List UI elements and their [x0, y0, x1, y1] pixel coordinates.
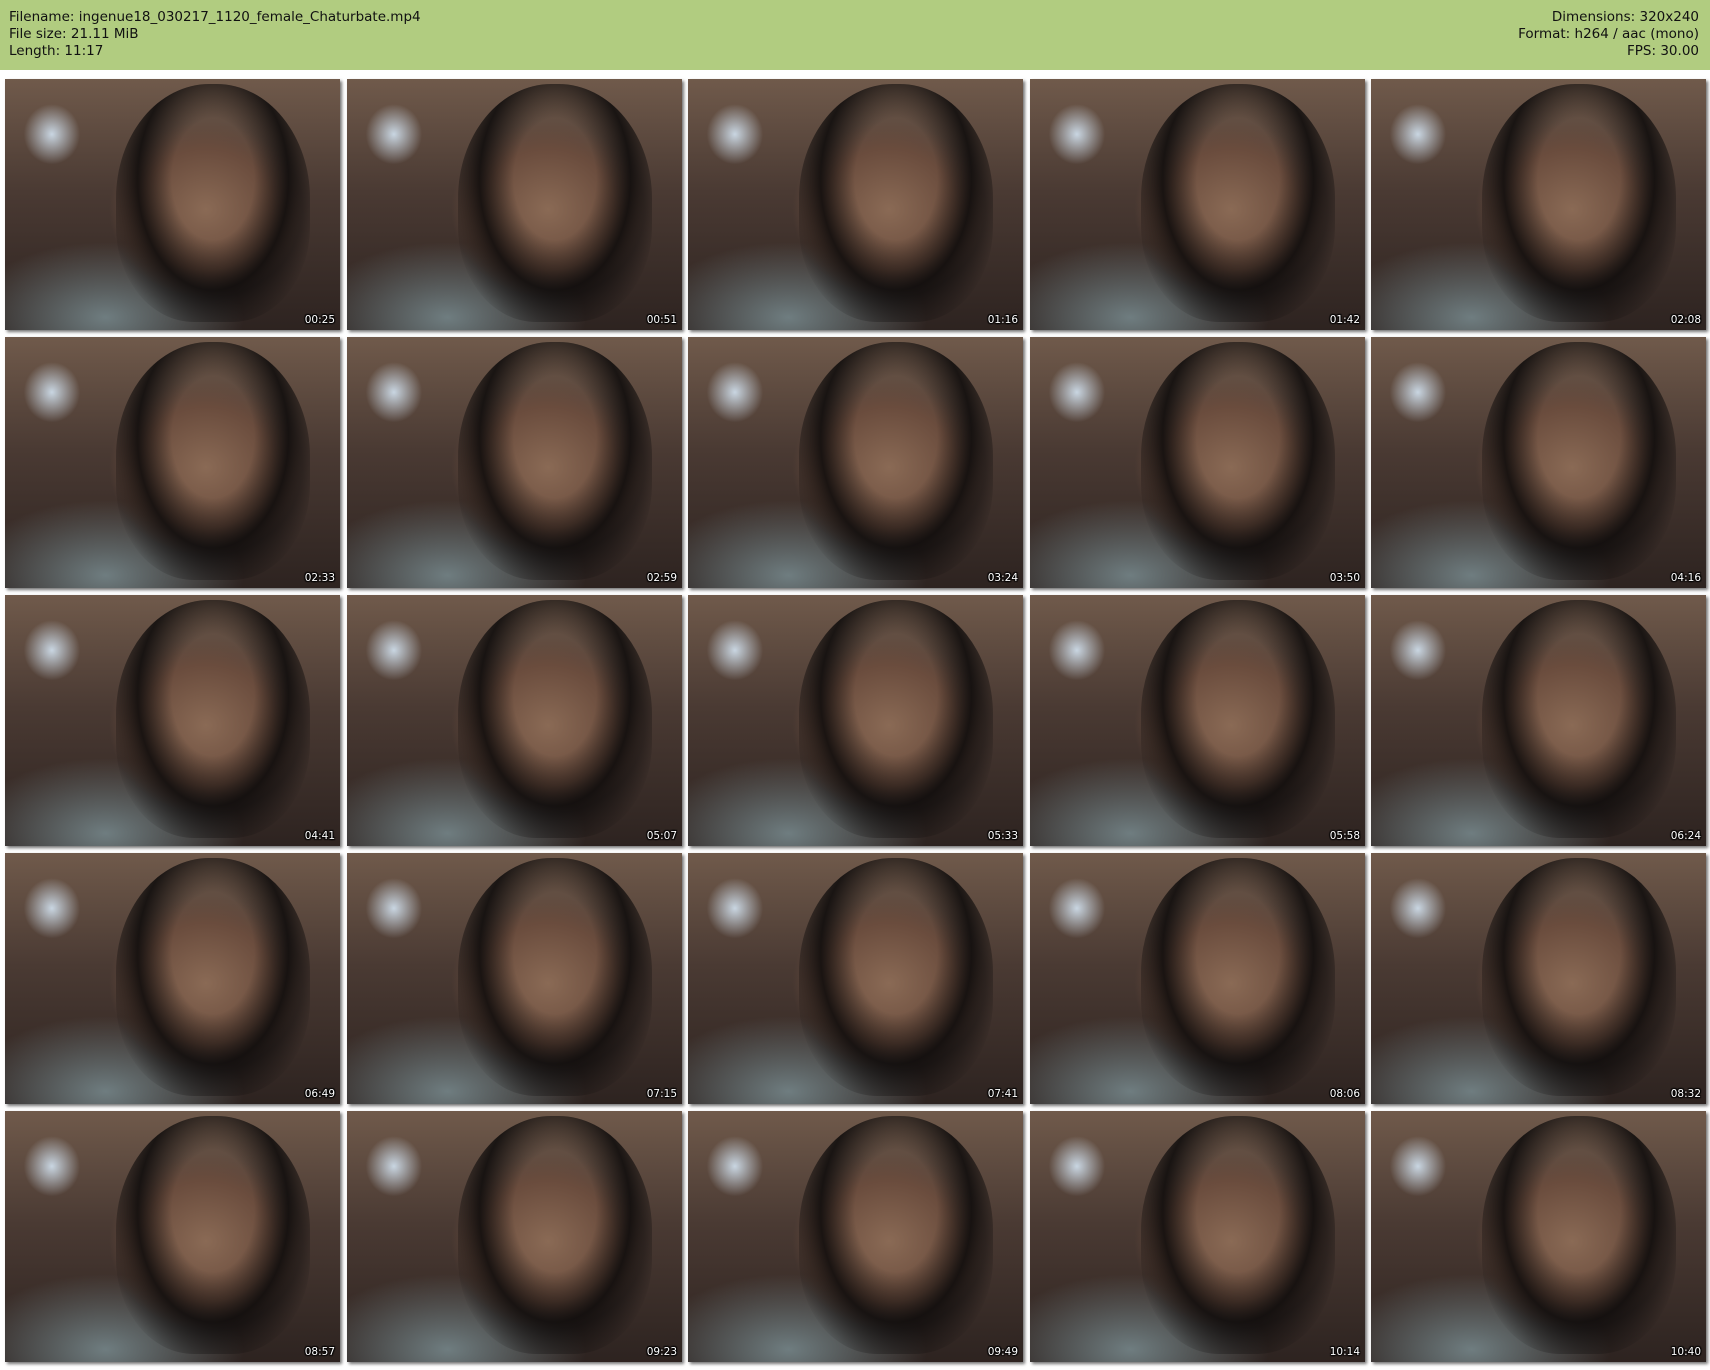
frame-image [115, 342, 310, 581]
video-thumbnail: 00:25 [5, 79, 340, 330]
frame-image [457, 858, 652, 1097]
thumbnail-timestamp: 04:41 [304, 830, 335, 842]
frame-image [115, 858, 310, 1097]
thumbnail-timestamp: 07:41 [987, 1088, 1018, 1100]
thumbnail-timestamp: 10:14 [1329, 1346, 1360, 1358]
frame-image [115, 84, 310, 323]
frame-image [1481, 1116, 1676, 1355]
frame-image [457, 1116, 652, 1355]
thumbnail-timestamp: 01:16 [987, 314, 1018, 326]
video-thumbnail: 06:24 [1371, 595, 1706, 846]
thumbnail-timestamp: 05:07 [646, 830, 677, 842]
video-thumbnail: 02:33 [5, 337, 340, 588]
thumbnail-timestamp: 02:08 [1670, 314, 1701, 326]
frame-image [798, 342, 993, 581]
video-thumbnail: 08:57 [5, 1111, 340, 1362]
video-thumbnail: 08:32 [1371, 853, 1706, 1104]
video-thumbnail: 00:51 [347, 79, 682, 330]
video-thumbnail: 10:40 [1371, 1111, 1706, 1362]
thumbnail-timestamp: 06:24 [1670, 830, 1701, 842]
video-thumbnail: 02:08 [1371, 79, 1706, 330]
thumbnail-timestamp: 04:16 [1670, 572, 1701, 584]
frame-image [798, 600, 993, 839]
thumbnail-timestamp: 03:24 [987, 572, 1018, 584]
video-thumbnail: 10:14 [1030, 1111, 1365, 1362]
video-thumbnail: 03:50 [1030, 337, 1365, 588]
frame-image [1140, 342, 1335, 581]
video-thumbnail: 05:07 [347, 595, 682, 846]
thumbnail-timestamp: 02:59 [646, 572, 677, 584]
thumbnail-timestamp: 00:51 [646, 314, 677, 326]
frame-image [115, 1116, 310, 1355]
thumbnail-timestamp: 10:40 [1670, 1346, 1701, 1358]
thumbnail-timestamp: 01:42 [1329, 314, 1360, 326]
frame-image [1481, 858, 1676, 1097]
thumbnail-timestamp: 07:15 [646, 1088, 677, 1100]
frame-image [457, 342, 652, 581]
thumbnail-timestamp: 09:49 [987, 1346, 1018, 1358]
thumbnail-timestamp: 08:32 [1670, 1088, 1701, 1100]
thumbnail-timestamp: 05:58 [1329, 830, 1360, 842]
thumbnail-grid: 00:25 00:51 01:16 01:42 02:08 02:33 02:59 03:24… [0, 0, 1710, 1370]
thumbnail-timestamp: 06:49 [304, 1088, 335, 1100]
frame-image [1481, 84, 1676, 323]
video-thumbnail: 01:42 [1030, 79, 1365, 330]
video-thumbnail: 09:23 [347, 1111, 682, 1362]
thumbnail-timestamp: 02:33 [304, 572, 335, 584]
video-thumbnail: 03:24 [688, 337, 1023, 588]
frame-image [457, 84, 652, 323]
frame-image [798, 84, 993, 323]
thumbnail-timestamp: 05:33 [987, 830, 1018, 842]
thumbnail-timestamp: 08:06 [1329, 1088, 1360, 1100]
video-thumbnail: 08:06 [1030, 853, 1365, 1104]
thumbnail-timestamp: 00:25 [304, 314, 335, 326]
frame-image [798, 858, 993, 1097]
frame-image [1140, 858, 1335, 1097]
video-thumbnail: 07:41 [688, 853, 1023, 1104]
video-thumbnail: 02:59 [347, 337, 682, 588]
video-thumbnail: 05:58 [1030, 595, 1365, 846]
thumbnail-timestamp: 08:57 [304, 1346, 335, 1358]
video-thumbnail: 01:16 [688, 79, 1023, 330]
frame-image [798, 1116, 993, 1355]
frame-image [115, 600, 310, 839]
thumbnail-timestamp: 03:50 [1329, 572, 1360, 584]
frame-image [1140, 84, 1335, 323]
frame-image [1140, 600, 1335, 839]
video-thumbnail: 09:49 [688, 1111, 1023, 1362]
frame-image [1140, 1116, 1335, 1355]
video-thumbnail: 04:41 [5, 595, 340, 846]
frame-image [1481, 342, 1676, 581]
frame-image [1481, 600, 1676, 839]
video-thumbnail: 06:49 [5, 853, 340, 1104]
frame-image [457, 600, 652, 839]
video-thumbnail: 07:15 [347, 853, 682, 1104]
video-thumbnail: 04:16 [1371, 337, 1706, 588]
thumbnail-timestamp: 09:23 [646, 1346, 677, 1358]
video-thumbnail: 05:33 [688, 595, 1023, 846]
